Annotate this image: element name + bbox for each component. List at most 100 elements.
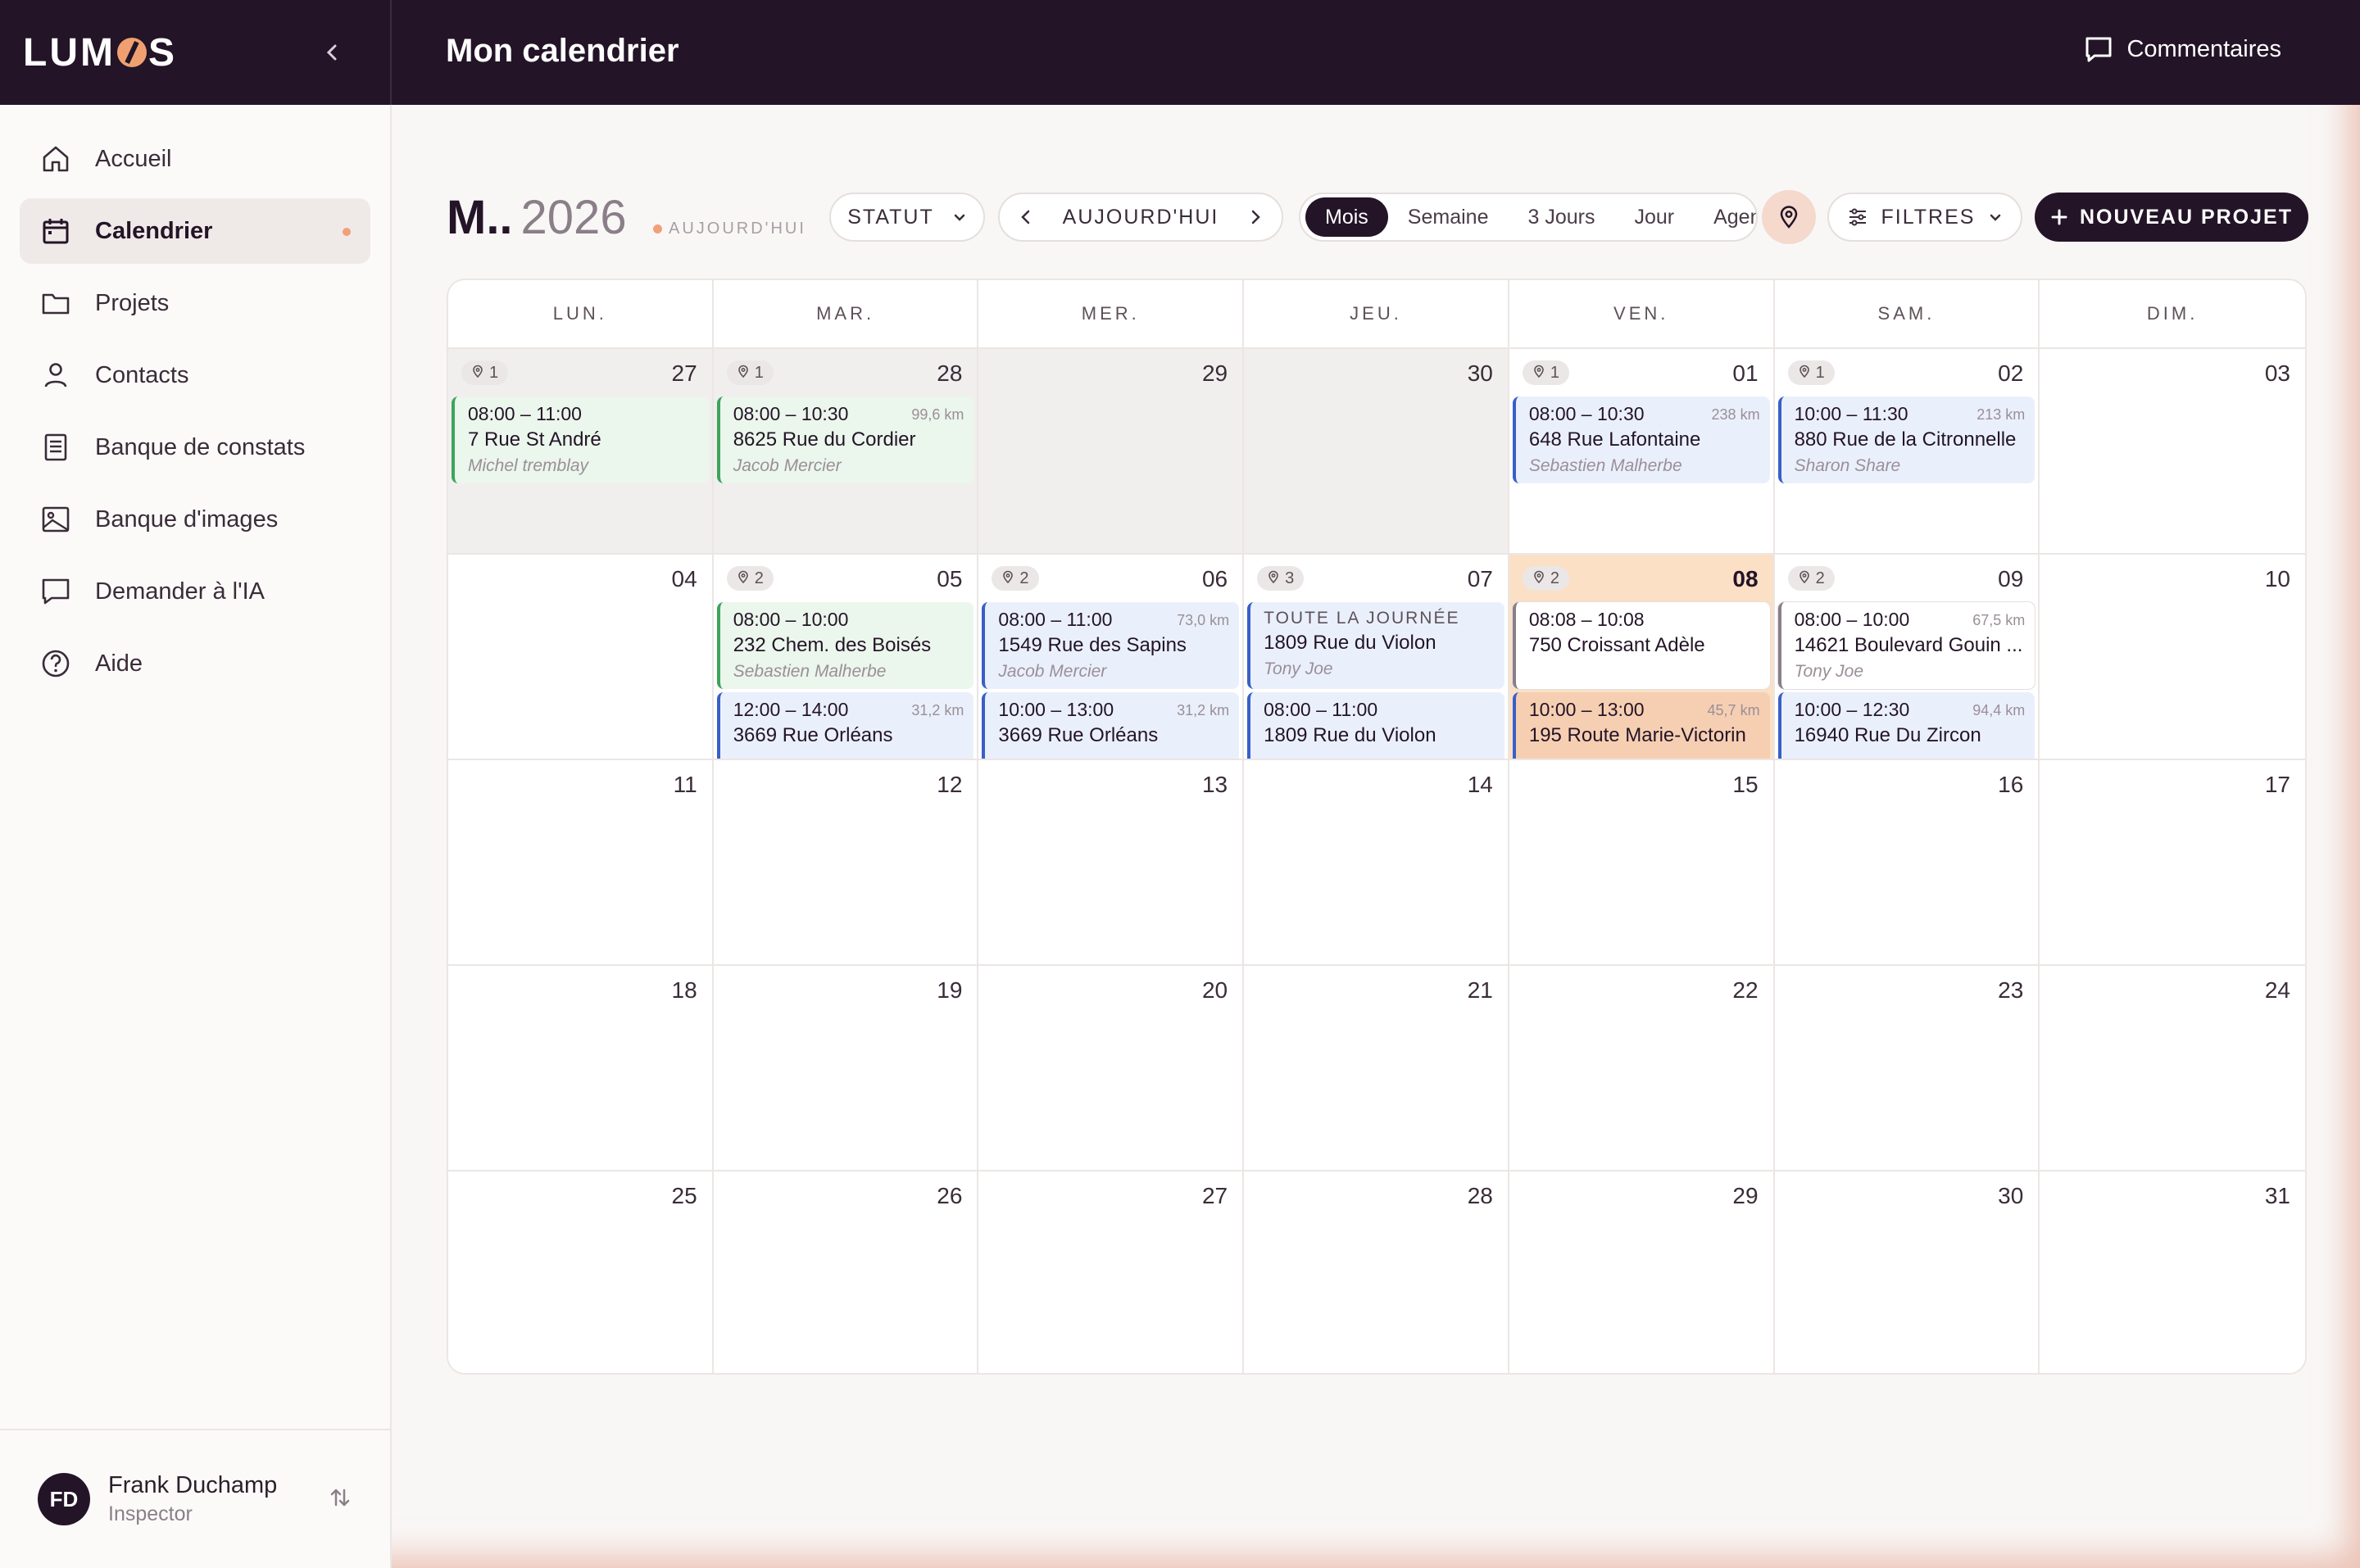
view-tab-agen[interactable]: Agen [1694,197,1756,237]
event-card[interactable]: 08:00 – 10:00 232 Chem. des Boisés Sebasti… [716,602,974,689]
event-card[interactable]: 08:00 – 10:30 238 km 648 Rue Lafontaine Seb… [1512,397,1770,483]
day-cell[interactable]: 16 [1774,760,2040,966]
event-card[interactable]: 12:00 – 14:00 31,2 km 3669 Rue Orléans [716,692,974,759]
filters-dropdown[interactable]: FILTRES [1827,193,2022,242]
today-tag: AUJOURD'HUI [653,220,806,238]
day-cell[interactable]: 3 07 TOUTE LA JOURNÉE 1809 Rue du Violon Ton… [1244,555,1509,760]
day-number: 30 [1467,360,1493,386]
day-number: 17 [2264,772,2290,797]
day-cell[interactable]: 2 09 08:00 – 10:00 67,5 km 14621 Boulevard G… [1774,555,2040,760]
status-dropdown[interactable]: STATUT [829,193,985,242]
day-cell[interactable]: 19 [713,966,979,1171]
sidebar-item-accueil[interactable]: Accueil [20,126,370,192]
day-cell[interactable]: 28 [1244,1171,1509,1373]
day-cell[interactable]: 12 [713,760,979,966]
sidebar-item-projets[interactable]: Projets [20,270,370,336]
view-tab-3-jours[interactable]: 3 Jours [1508,197,1614,237]
view-tab-semaine[interactable]: Semaine [1388,197,1509,237]
day-cell[interactable]: 1 02 10:00 – 11:30 213 km 880 Rue de la Citr… [1774,349,2040,555]
day-cell[interactable]: 25 [448,1171,714,1373]
day-cell[interactable]: 1 28 08:00 – 10:30 99,6 km 8625 Rue du Cordi… [713,349,979,555]
day-cell[interactable]: 21 [1244,966,1509,1171]
month-year-title: M.. 2026 [447,190,627,245]
day-cell[interactable]: 1 01 08:00 – 10:30 238 km 648 Rue Lafontaine… [1509,349,1775,555]
day-cell[interactable]: 22 [1509,966,1775,1171]
view-tab-mois[interactable]: Mois [1305,197,1388,237]
event-list: 08:00 – 10:00 67,5 km 14621 Boulevard Goui… [1777,602,2036,759]
event-card[interactable]: TOUTE LA JOURNÉE 1809 Rue du Violon Tony J… [1247,602,1504,689]
month-calendar: LUN. MAR. MER. JEU. VEN. SAM. DIM. 1 27 08:00 – … [447,279,2307,1375]
badge-count: 2 [1550,569,1559,587]
badge-count: 1 [489,363,499,382]
day-cell[interactable]: 17 [2040,760,2305,966]
location-button[interactable] [1762,190,1816,244]
day-cell[interactable]: 20 [978,966,1245,1171]
sidebar-item-calendrier[interactable]: Calendrier [20,198,370,264]
day-cell[interactable]: 31 [2040,1171,2305,1373]
day-cell[interactable]: 23 [1774,966,2040,1171]
sidebar-item-demander-a-l-ia[interactable]: Demander à l'IA [20,559,370,624]
sidebar-item-label: Accueil [95,145,172,172]
day-cell[interactable]: 30 [1244,349,1509,555]
event-address: 195 Route Marie-Victorin [1528,724,1746,746]
weekday-label: MAR. [714,280,979,347]
lumos-logo[interactable]: LUM S [23,30,177,75]
day-cell[interactable]: 15 [1509,760,1775,966]
day-number: 22 [1732,977,1759,1003]
next-icon[interactable] [1247,209,1264,225]
today-button[interactable]: AUJOURD'HUI [1063,206,1219,229]
day-cell[interactable]: 03 [2040,349,2305,555]
event-address: 8625 Rue du Cordier [733,428,916,451]
day-number: 28 [937,360,963,386]
event-card[interactable]: 08:08 – 10:08 750 Croissant Adèle [1512,602,1770,689]
day-cell[interactable]: 10 [2040,555,2305,760]
weekday-header: LUN. MAR. MER. JEU. VEN. SAM. DIM. [448,280,2305,349]
sidebar-item-contacts[interactable]: Contacts [20,342,370,408]
calendar-toolbar: M.. 2026 AUJOURD'HUI STATUT AUJOURD'HUI M… [447,190,2308,247]
event-person: Sebastien Malherbe [733,662,887,681]
event-card[interactable]: 08:00 – 11:00 73,0 km 1549 Rue des Sapins J… [982,602,1240,689]
comments-button[interactable]: Commentaires [2082,33,2281,66]
sliders-icon [1849,208,1866,226]
day-number: 29 [1732,1183,1759,1208]
day-cell[interactable]: 14 [1244,760,1509,966]
day-cell[interactable]: 1 27 08:00 – 11:00 7 Rue St André Michel tre… [448,349,714,555]
day-cell[interactable]: 30 [1774,1171,2040,1373]
home-icon [39,143,72,175]
day-cell[interactable]: 2 05 08:00 – 10:00 232 Chem. des Boisés Seba… [713,555,979,760]
event-card[interactable]: 08:00 – 10:30 99,6 km 8625 Rue du Cordier J… [716,397,974,483]
user-role: Inspector [108,1502,193,1525]
event-card[interactable]: 10:00 – 13:00 45,7 km 195 Route Marie-Vict… [1512,692,1770,759]
switch-account-icon[interactable] [328,1485,352,1514]
user-name: Frank Duchamp [108,1472,278,1498]
collapse-sidebar-button[interactable] [316,36,349,69]
sidebar-item-banque-d-images[interactable]: Banque d'images [20,487,370,552]
user-profile[interactable]: FD Frank Duchamp Inspector [0,1429,390,1568]
event-card[interactable]: 08:00 – 10:00 67,5 km 14621 Boulevard Goui… [1777,602,2036,689]
day-cell[interactable]: 18 [448,966,714,1171]
day-cell[interactable]: 26 [713,1171,979,1373]
day-cell[interactable]: 27 [978,1171,1245,1373]
day-cell[interactable]: 24 [2040,966,2305,1171]
day-cell-today[interactable]: 2 08 08:08 – 10:08 750 Croissant Adèle 10:00… [1509,555,1775,760]
day-cell[interactable]: 11 [448,760,714,966]
previous-icon[interactable] [1018,209,1034,225]
view-tab-jour[interactable]: Jour [1614,197,1694,237]
day-number: 06 [1201,566,1228,591]
event-card[interactable]: 08:00 – 11:00 1809 Rue du Violon [1247,692,1504,759]
event-card[interactable]: 10:00 – 11:30 213 km 880 Rue de la Citronn… [1777,397,2036,483]
day-cell[interactable]: 2 06 08:00 – 11:00 73,0 km 1549 Rue des Sapi… [978,555,1245,760]
event-card[interactable]: 10:00 – 13:00 31,2 km 3669 Rue Orléans [982,692,1240,759]
calendar-icon [39,215,72,247]
sidebar-item-banque-de-constats[interactable]: Banque de constats [20,415,370,480]
day-cell[interactable]: 29 [978,349,1245,555]
event-card[interactable]: 10:00 – 12:30 94,4 km 16940 Rue Du Zircon [1777,692,2036,759]
day-number: 31 [2264,1183,2290,1208]
day-cell[interactable]: 29 [1509,1171,1775,1373]
new-project-button[interactable]: NOUVEAU PROJET [2035,193,2308,242]
event-list: 08:00 – 10:00 232 Chem. des Boisés Sebasti… [716,602,974,759]
sidebar-item-aide[interactable]: Aide [20,631,370,696]
event-card[interactable]: 08:00 – 11:00 7 Rue St André Michel trembl… [452,397,709,483]
day-cell[interactable]: 04 [448,555,714,760]
day-cell[interactable]: 13 [978,760,1245,966]
